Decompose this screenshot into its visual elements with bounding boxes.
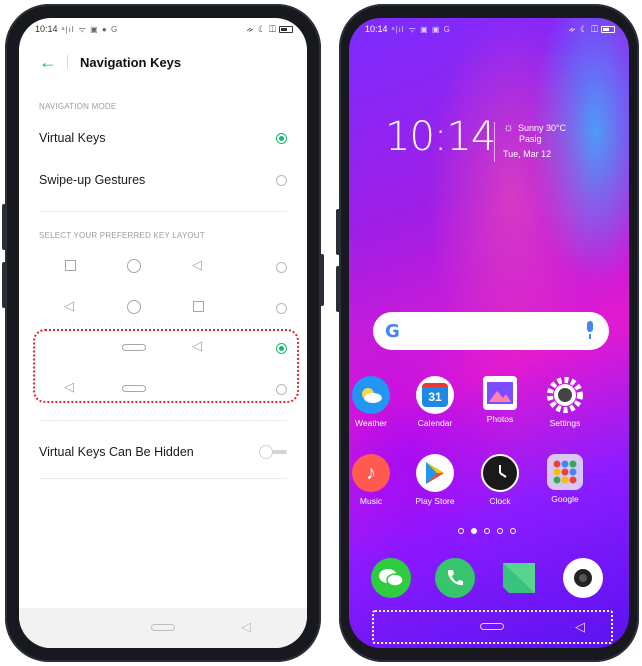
back-key-icon: ◁ (192, 257, 202, 272)
radio-button[interactable] (276, 303, 287, 314)
navigation-mode-section-label: NAVIGATION MODE (39, 102, 117, 111)
battery-icon (601, 25, 615, 33)
back-key-icon: ◁ (64, 298, 74, 313)
mic-icon[interactable] (585, 321, 595, 341)
home-key-icon (127, 259, 141, 273)
signal-icon: ᵃ|ıl (391, 24, 405, 34)
hide-keys-toggle[interactable] (259, 445, 287, 459)
status-right-icons: ᨀ ☾ ◫ (246, 23, 277, 34)
option-swipe-up-gestures[interactable]: Swipe-up Gestures (39, 165, 287, 195)
virtual-keys-hidden-row[interactable]: Virtual Keys Can Be Hidden (39, 436, 287, 468)
option-label: Virtual Keys (39, 131, 106, 145)
google-folder-icon (547, 454, 583, 490)
photos-icon (483, 376, 517, 410)
sun-icon: ☼ (503, 120, 514, 134)
battery-icon (279, 25, 293, 33)
settings-phone: 10:14 ᵃ|ıl ᯤ ▣ ● G ᨀ ☾ ◫ ← Navigation Ke… (2, 4, 324, 662)
phone-icon[interactable] (435, 558, 475, 598)
app-google-folder[interactable]: Google (537, 454, 593, 504)
key-layout-section-label: SELECT YOUR PREFERRED KEY LAYOUT (39, 231, 205, 240)
home-screen: 10:14 ᵃ|ıl ᯤ ▣ ▣ G ᨀ ☾ ◫ 10:14 ☼ Sunny 30… (349, 18, 629, 648)
page-indicator (458, 528, 516, 534)
clock-widget-time[interactable]: 10:14 (385, 114, 496, 160)
play-store-icon (416, 454, 454, 492)
key-layout-option-2[interactable]: ◁ (39, 293, 287, 323)
divider (39, 420, 287, 421)
radio-button-selected[interactable] (276, 132, 287, 144)
power-button (320, 254, 324, 306)
camera-icon[interactable] (563, 558, 603, 598)
page-dot[interactable] (458, 528, 464, 534)
music-icon: ♪ (352, 454, 390, 492)
app-music[interactable]: ♪ Music (349, 454, 399, 506)
notification-icons: ᯤ ▣ ▣ G (408, 24, 451, 34)
notification-icons: ᯤ ▣ ● G (78, 24, 119, 34)
app-play-store[interactable]: Play Store (407, 454, 463, 506)
key-layout-option-1[interactable]: ◁ (39, 252, 287, 282)
app-photos[interactable]: Photos (472, 376, 528, 424)
page-header: ← Navigation Keys (19, 48, 307, 76)
volume-button-2 (336, 266, 340, 312)
back-button-icon[interactable]: ◁ (575, 619, 585, 635)
page-dot[interactable] (484, 528, 490, 534)
volume-button (336, 209, 340, 255)
status-bar: 10:14 ᵃ|ıl ᯤ ▣ ▣ G ᨀ ☾ ◫ (349, 18, 629, 40)
app-calendar[interactable]: 31 Calendar (407, 376, 463, 428)
calendar-icon: 31 (416, 376, 454, 414)
volume-button-2 (2, 262, 6, 308)
back-button-icon[interactable]: ◁ (241, 619, 251, 635)
option-virtual-keys[interactable]: Virtual Keys (39, 123, 287, 153)
home-key-icon (127, 300, 141, 314)
weather-condition: Sunny 30°C (518, 123, 567, 133)
divider (39, 478, 287, 479)
home-pill-button[interactable] (480, 623, 504, 630)
toggle-label: Virtual Keys Can Be Hidden (39, 445, 194, 459)
status-time: 10:14 (365, 24, 388, 34)
status-right-icons: ᨀ ☾ ◫ (568, 23, 599, 34)
clock-icon (481, 454, 519, 492)
recents-key-icon (193, 301, 204, 312)
option-label: Swipe-up Gestures (39, 173, 146, 187)
weather-widget[interactable]: ☼ Sunny 30°C Pasig Tue, Mar 12 (503, 120, 567, 160)
settings-icon (546, 376, 584, 414)
status-bar: 10:14 ᵃ|ıl ᯤ ▣ ● G ᨀ ☾ ◫ (19, 18, 307, 40)
status-time: 10:14 (35, 24, 58, 34)
google-logo-icon: G (385, 321, 400, 342)
weather-icon (352, 376, 390, 414)
recents-key-icon (65, 260, 76, 271)
google-search-bar[interactable]: G (373, 312, 609, 350)
page-dot-active[interactable] (471, 528, 477, 534)
highlight-annotation (33, 329, 299, 403)
settings-screen: 10:14 ᵃ|ıl ᯤ ▣ ● G ᨀ ☾ ◫ ← Navigation Ke… (19, 18, 307, 648)
page-dot[interactable] (497, 528, 503, 534)
home-phone: 10:14 ᵃ|ıl ᯤ ▣ ▣ G ᨀ ☾ ◫ 10:14 ☼ Sunny 30… (336, 4, 639, 662)
back-arrow-icon[interactable]: ← (39, 52, 59, 73)
messages-icon[interactable] (371, 558, 411, 598)
sms-icon[interactable] (499, 558, 539, 598)
signal-icon: ᵃ|ıl (61, 24, 75, 34)
app-settings[interactable]: Settings (537, 376, 593, 428)
navigation-bar-highlight: ◁ (372, 610, 613, 644)
page-title: Navigation Keys (80, 54, 182, 70)
page-dot[interactable] (510, 528, 516, 534)
radio-button[interactable] (276, 262, 287, 273)
divider (39, 211, 287, 212)
weather-location: Pasig (519, 134, 542, 144)
app-weather[interactable]: Weather (349, 376, 399, 428)
radio-button[interactable] (276, 174, 287, 186)
app-clock[interactable]: Clock (472, 454, 528, 506)
weather-date: Tue, Mar 12 (503, 149, 552, 159)
volume-button (2, 204, 6, 250)
navigation-bar: ◁ (19, 608, 307, 648)
home-pill-button[interactable] (151, 624, 175, 631)
